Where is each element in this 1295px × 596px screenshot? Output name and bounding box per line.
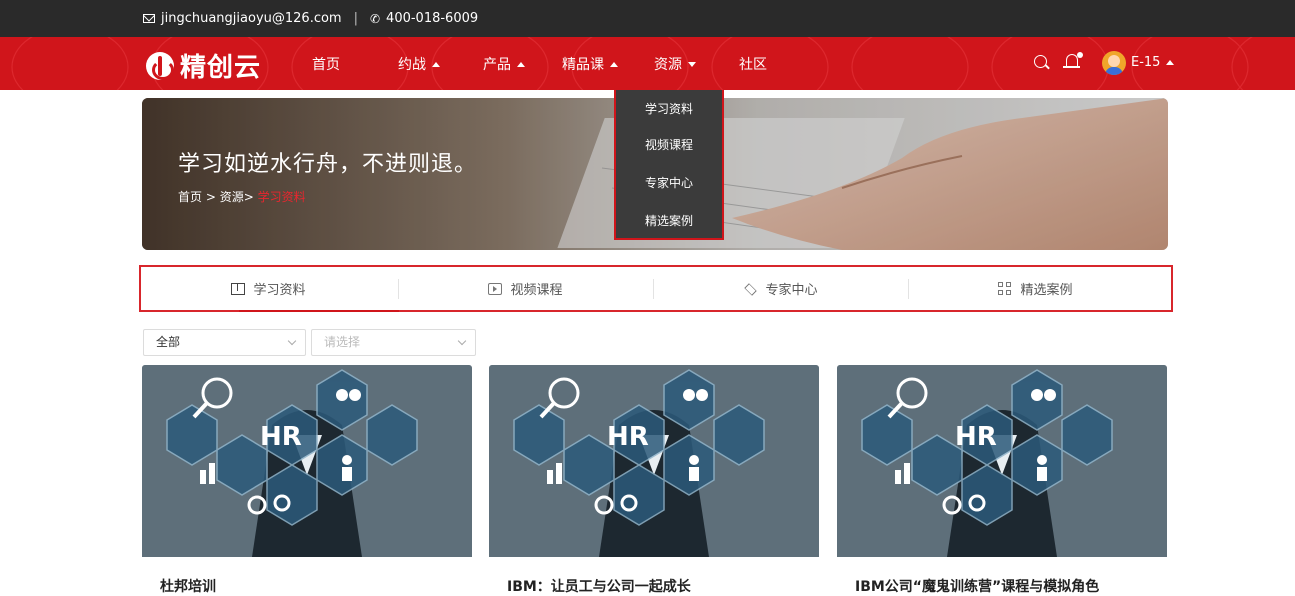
nav-item-premium-courses[interactable]: 精品课 [562, 54, 618, 74]
grid-icon [998, 281, 1012, 296]
nav-item-resources[interactable]: 资源 [654, 54, 696, 74]
caret-up-icon [432, 61, 440, 67]
tab-label: 专家中心 [765, 283, 818, 298]
dropdown-item-selected-cases[interactable]: 精选案例 [616, 212, 722, 229]
brand-name: 精创云 [180, 53, 262, 83]
hr-illustration: HR [142, 365, 472, 557]
video-icon [488, 282, 503, 295]
user-name: E-15 [1131, 55, 1161, 70]
contact-email[interactable]: jingchuangjiaoyu@126.com [161, 11, 342, 26]
nav-item-community[interactable]: 社区 [739, 54, 767, 74]
dropdown-item-video-courses[interactable]: 视频课程 [616, 136, 722, 153]
contact-phone[interactable]: 400-018-6009 [386, 11, 478, 26]
svg-text:HR: HR [260, 422, 302, 452]
nav-item-label: 资源 [654, 57, 682, 73]
user-menu[interactable]: E-15 [1131, 55, 1175, 70]
nav-item-label: 首页 [312, 57, 340, 73]
tab-label: 学习资料 [253, 283, 306, 298]
tab-expert-center[interactable]: 专家中心 [653, 267, 908, 310]
dropdown-item-expert-center[interactable]: 专家中心 [616, 174, 722, 191]
breadcrumb-home[interactable]: 首页 [178, 190, 202, 204]
category-select-value: 全部 [156, 335, 181, 349]
svg-text:HR: HR [955, 422, 997, 452]
breadcrumb-current: 学习资料 [257, 190, 306, 204]
resource-card[interactable]: HR 杜邦培训 [142, 365, 472, 595]
phone-icon: ✆ [369, 11, 381, 26]
main-nav: 精创云 首页 约战 产品 精品课 资源 社区 E-15 [0, 37, 1295, 90]
caret-down-icon [688, 61, 696, 67]
breadcrumb-separator: > [243, 190, 258, 204]
card-thumbnail: HR [837, 365, 1167, 557]
banner-title: 学习如逆水行舟，不进则退。 [178, 152, 478, 177]
resource-tabs: 学习资料 视频课程 专家中心 精选案例 [139, 265, 1173, 312]
brand-logo[interactable]: 精创云 [146, 47, 261, 84]
card-title: IBM公司“魔鬼训练营”课程与模拟角色 [855, 579, 1100, 595]
resource-card[interactable]: HR IBM：让员工与公司一起成长 [489, 365, 819, 595]
card-thumbnail: HR [142, 365, 472, 557]
logo-icon [146, 51, 174, 80]
resource-card[interactable]: HR IBM公司“魔鬼训练营”课程与模拟角色 [837, 365, 1167, 595]
caret-up-icon [610, 61, 618, 67]
subcategory-select-placeholder: 请选择 [324, 335, 361, 349]
tab-study-materials[interactable]: 学习资料 [141, 267, 396, 310]
nav-item-challenge[interactable]: 约战 [398, 54, 440, 74]
breadcrumb-separator: > [202, 190, 220, 204]
subcategory-select[interactable]: 请选择 [311, 329, 476, 356]
notification-dot [1077, 52, 1083, 58]
card-title: 杜邦培训 [160, 579, 216, 595]
bell-icon[interactable] [1063, 54, 1080, 68]
caret-up-icon [1166, 60, 1175, 65]
book-icon [231, 282, 246, 295]
hr-illustration: HR [837, 365, 1167, 557]
contact-separator: | [353, 11, 358, 26]
mail-icon [143, 14, 155, 23]
graduation-cap-icon [743, 284, 757, 294]
chevron-down-icon [287, 336, 297, 346]
avatar[interactable] [1102, 51, 1126, 75]
caret-up-icon [517, 61, 525, 67]
tab-label: 精选案例 [1020, 283, 1073, 298]
nav-item-label: 约战 [398, 57, 426, 73]
dropdown-item-study-materials[interactable]: 学习资料 [616, 100, 722, 117]
active-tab-indicator [239, 310, 399, 312]
search-icon[interactable] [1034, 55, 1047, 68]
nav-item-label: 精品课 [562, 57, 604, 73]
category-select[interactable]: 全部 [143, 329, 306, 356]
top-contact-bar: jingchuangjiaoyu@126.com | ✆ 400-018-600… [0, 0, 1295, 37]
nav-item-label: 社区 [739, 57, 767, 73]
nav-item-products[interactable]: 产品 [483, 54, 525, 74]
card-title: IBM：让员工与公司一起成长 [507, 579, 691, 595]
svg-text:HR: HR [607, 422, 649, 452]
breadcrumb-section[interactable]: 资源 [220, 190, 244, 204]
chevron-down-icon [457, 336, 467, 346]
tab-label: 视频课程 [510, 283, 563, 298]
resources-dropdown-menu: 学习资料 视频课程 专家中心 精选案例 [614, 90, 724, 240]
nav-item-home[interactable]: 首页 [312, 54, 340, 74]
card-thumbnail: HR [489, 365, 819, 557]
breadcrumb: 首页 > 资源> 学习资料 [178, 188, 306, 205]
tab-video-courses[interactable]: 视频课程 [398, 267, 653, 310]
nav-item-label: 产品 [483, 57, 511, 73]
tab-selected-cases[interactable]: 精选案例 [908, 267, 1163, 310]
hr-illustration: HR [489, 365, 819, 557]
